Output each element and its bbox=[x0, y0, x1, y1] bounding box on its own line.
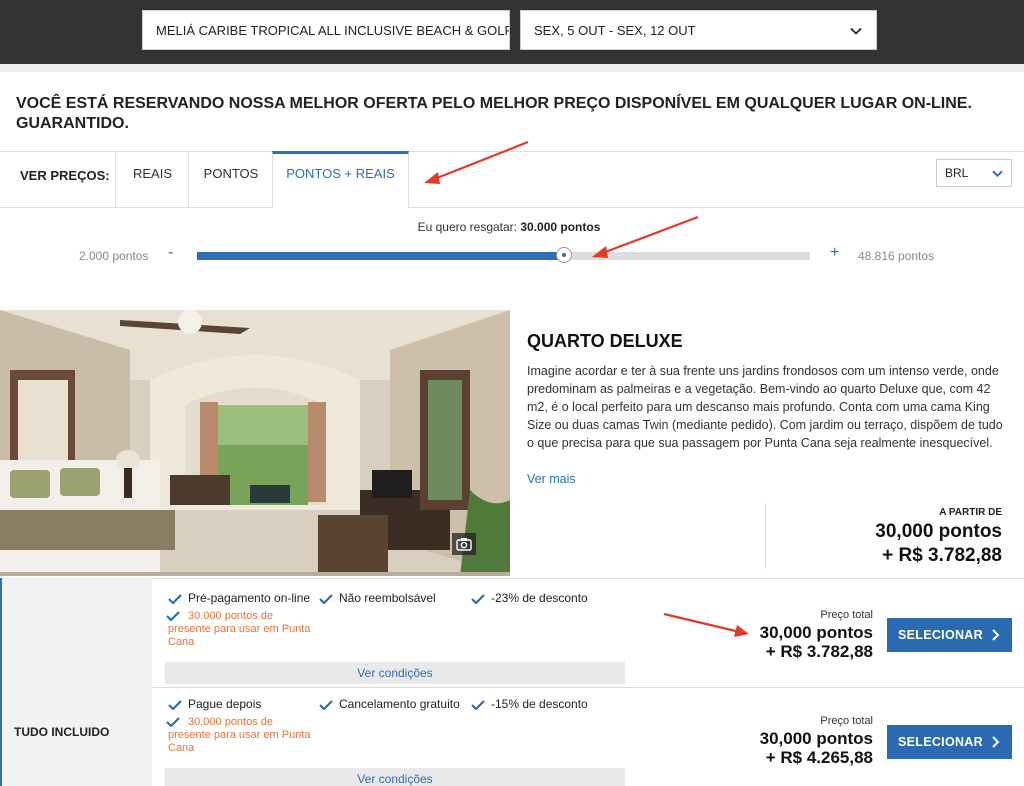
rate-feature-nonrefundable: Não reembolsável bbox=[319, 591, 436, 605]
room-title: QUARTO DELUXE bbox=[527, 331, 683, 351]
view-conditions-link[interactable]: Ver condições bbox=[165, 768, 625, 786]
chevron-right-icon bbox=[992, 629, 1000, 641]
header-divider bbox=[0, 64, 1024, 72]
check-icon bbox=[166, 611, 180, 621]
points-slider-fill bbox=[197, 252, 564, 260]
feature-label: -15% de desconto bbox=[491, 697, 588, 711]
total-price-points: 30,000 pontos bbox=[759, 729, 873, 748]
redeem-amount-label: Eu quero resgatar: 30.000 pontos bbox=[0, 220, 1018, 234]
select-rate-button[interactable]: SELECIONAR bbox=[887, 725, 1012, 759]
total-price-label: Preço total bbox=[820, 609, 873, 621]
from-price-label: A PARTIR DE bbox=[939, 507, 1002, 518]
total-price-money: + R$ 3.782,88 bbox=[765, 642, 873, 661]
select-label: SELECIONAR bbox=[898, 628, 983, 642]
slider-decrease-button[interactable]: - bbox=[168, 244, 173, 262]
date-range-dropdown[interactable]: SEX, 5 OUT - SEX, 12 OUT bbox=[520, 10, 877, 50]
points-slider-handle[interactable] bbox=[555, 247, 572, 263]
check-icon bbox=[168, 700, 182, 710]
gift-points-note: 30.000 pontos de presente para usar em P… bbox=[166, 610, 328, 649]
redeem-prefix: Eu quero resgatar: bbox=[417, 220, 521, 234]
points-slider-track[interactable] bbox=[197, 247, 810, 263]
room-photo-image bbox=[0, 310, 510, 576]
feature-label: -23% de desconto bbox=[491, 591, 588, 605]
see-more-link[interactable]: Ver mais bbox=[527, 472, 576, 486]
best-price-guarantee: VOCÊ ESTÁ RESERVANDO NOSSA MELHOR OFERTA… bbox=[16, 95, 972, 132]
slider-min-label: 2.000 pontos bbox=[79, 249, 149, 263]
hotel-search-field[interactable]: MELIÁ CARIBE TROPICAL ALL INCLUSIVE BEAC… bbox=[142, 10, 510, 50]
check-icon bbox=[471, 700, 485, 710]
rate-feature-free-cancellation: Cancelamento gratuito bbox=[319, 697, 460, 711]
gift-line: presente para usar em Punta bbox=[168, 623, 311, 635]
rate-feature-pay-later: Pague depois bbox=[168, 697, 261, 711]
slider-increase-button[interactable]: + bbox=[830, 244, 839, 262]
view-conditions-link[interactable]: Ver condições bbox=[165, 662, 625, 684]
redeem-value: 30.000 pontos bbox=[520, 220, 601, 234]
rate-feature-discount: -23% de desconto bbox=[471, 591, 588, 605]
tab-pontos[interactable]: PONTOS bbox=[188, 152, 273, 207]
feature-label: Pré-pagamento on-line bbox=[188, 591, 311, 605]
select-label: SELECIONAR bbox=[898, 735, 983, 749]
gift-line: Cana bbox=[168, 742, 195, 754]
room-photo[interactable] bbox=[0, 310, 510, 576]
total-price-points: 30,000 pontos bbox=[759, 623, 873, 642]
feature-label: Não reembolsável bbox=[339, 591, 436, 605]
gift-line: 30.000 pontos de bbox=[188, 716, 274, 728]
date-range-value: SEX, 5 OUT - SEX, 12 OUT bbox=[534, 23, 696, 38]
gift-points-note: 30.000 pontos de presente para usar em P… bbox=[166, 716, 328, 755]
check-icon bbox=[319, 594, 333, 604]
check-icon bbox=[471, 594, 485, 604]
from-price-money: + R$ 3.782,88 bbox=[882, 545, 1002, 566]
gift-line: presente para usar em Punta bbox=[168, 729, 311, 741]
price-view-label: VER PREÇOS: bbox=[20, 168, 110, 183]
check-icon bbox=[166, 717, 180, 727]
check-icon bbox=[319, 700, 333, 710]
tab-pontos-reais[interactable]: PONTOS + REAIS bbox=[272, 151, 409, 208]
chevron-down-icon bbox=[850, 27, 862, 35]
slider-max-label: 48.816 pontos bbox=[858, 249, 935, 263]
chevron-down-icon bbox=[992, 170, 1003, 178]
currency-value: BRL bbox=[945, 166, 969, 180]
feature-label: Pague depois bbox=[188, 697, 262, 711]
rate-feature-discount: -15% de desconto bbox=[471, 697, 588, 711]
board-column bbox=[0, 578, 152, 786]
select-rate-button[interactable]: SELECIONAR bbox=[887, 618, 1012, 652]
gift-line: 30.000 pontos de bbox=[188, 610, 274, 622]
price-divider bbox=[765, 503, 766, 569]
rate-row-divider bbox=[152, 687, 1024, 688]
chevron-right-icon bbox=[992, 736, 1000, 748]
tab-reais[interactable]: REAIS bbox=[115, 152, 189, 207]
total-price-label: Preço total bbox=[820, 715, 873, 727]
camera-icon[interactable] bbox=[452, 533, 476, 555]
gift-line: Cana bbox=[168, 636, 195, 648]
board-type-label: TUDO INCLUIDO bbox=[14, 725, 110, 739]
room-description: Imagine acordar e ter à sua frente uns j… bbox=[527, 364, 1003, 450]
price-view-tabs: VER PREÇOS: REAIS PONTOS PONTOS + REAIS … bbox=[0, 151, 1024, 208]
total-price-money: + R$ 4.265,88 bbox=[765, 748, 873, 767]
feature-label: Cancelamento gratuito bbox=[339, 697, 460, 711]
rate-feature-prepayment: Pré-pagamento on-line bbox=[168, 591, 310, 605]
currency-select[interactable]: BRL bbox=[936, 159, 1012, 187]
from-price-points: 30,000 pontos bbox=[875, 521, 1002, 542]
check-icon bbox=[168, 594, 182, 604]
